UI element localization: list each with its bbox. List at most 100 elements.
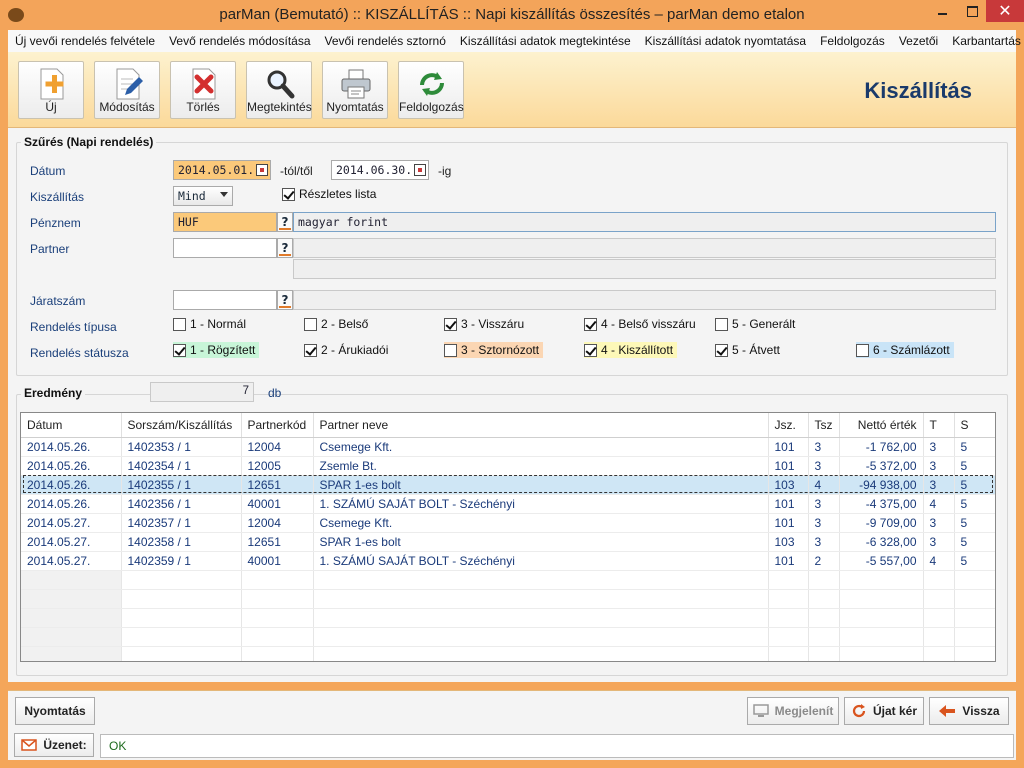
cell-date: 2014.05.26. (21, 475, 122, 495)
edit-button-label: Módosítás (99, 100, 155, 114)
order-type-label-text: 5 - Generált (732, 317, 796, 331)
column-header[interactable]: Tsz (808, 413, 840, 438)
detailed-list-checkbox[interactable]: Részletes lista (282, 186, 380, 202)
cell-t: 3 (923, 437, 955, 457)
order-status-label: Rendelés státusza (30, 346, 129, 360)
checkbox-icon (856, 343, 869, 357)
order-type-label-text: 1 - Normál (190, 317, 247, 331)
print-button[interactable]: Nyomtatás (15, 697, 95, 725)
order-status-label-text: 5 - Átvett (732, 343, 781, 357)
cell-number: 1402355 / 1 (121, 475, 242, 495)
cell-date: 2014.05.27. (21, 551, 122, 571)
table-row-selected[interactable]: 2014.05.26. 1402355 / 1 12651 SPAR 1-es bol… (21, 475, 995, 495)
menu-item-view-delivery[interactable]: Kiszállítási adatok megtekintése (453, 34, 638, 48)
table-row[interactable]: 2014.05.26. 1402356 / 1 40001 1. SZÁMÚ SAJÁ… (21, 494, 995, 514)
order-status-checkbox[interactable]: 5 - Átvett (715, 342, 784, 358)
table-row[interactable]: 2014.05.27. 1402357 / 1 12004 Csemege Kft. 1… (21, 513, 995, 533)
menu-item-print-delivery[interactable]: Kiszállítási adatok nyomtatása (638, 34, 813, 48)
date-from-input[interactable]: 2014.05.01. (173, 160, 271, 180)
view-button[interactable]: Megtekintés (246, 61, 312, 119)
route-code-input[interactable] (173, 290, 277, 310)
column-header[interactable]: Dátum (21, 413, 122, 438)
display-button[interactable]: Megjelenít (747, 697, 839, 725)
cell-net-value: -5 557,00 (839, 551, 924, 571)
date-from-value: 2014.05.01. (178, 163, 255, 177)
print-button-label: Nyomtatás (24, 704, 86, 718)
cell-partner-name: 1. SZÁMÚ SAJÁT BOLT - Széchényi (313, 551, 769, 571)
route-lookup-button[interactable]: ? (277, 290, 293, 310)
currency-lookup-button[interactable]: ? (277, 212, 293, 232)
maximize-button[interactable] (958, 0, 986, 22)
order-status-label-text: 4 - Kiszállított (601, 343, 674, 357)
status-bar: Üzenet: OK (8, 730, 1016, 760)
order-status-checkbox[interactable]: 1 - Rögzített (173, 342, 260, 358)
back-button[interactable]: Vissza (929, 697, 1009, 725)
delete-button[interactable]: Törlés (170, 61, 236, 119)
process-button[interactable]: Feldolgozás (398, 61, 464, 119)
cell-jsz: 103 (768, 532, 809, 552)
table-row[interactable]: 2014.05.27. 1402358 / 1 12651 SPAR 1-es bol… (21, 532, 995, 552)
result-table[interactable]: Dátum Sorszám/Kiszállítás Partnerkód Par… (20, 412, 996, 662)
cell-tsz: 2 (808, 551, 840, 571)
date-label: Dátum (30, 164, 66, 178)
order-status-checkbox[interactable]: 3 - Sztornózott (444, 342, 544, 358)
cell-partner-code: 12004 (241, 437, 314, 457)
column-header[interactable]: Nettó érték (839, 413, 924, 438)
back-button-label: Vissza (962, 704, 1000, 718)
column-header[interactable]: T (923, 413, 955, 438)
close-button[interactable]: ✕ (986, 0, 1024, 22)
partner-name-field (293, 238, 996, 258)
new-button[interactable]: Új (18, 61, 84, 119)
menu-item-maintenance[interactable]: Karbantartás (945, 34, 1024, 48)
checkbox-icon (282, 187, 295, 201)
order-type-checkbox[interactable]: 3 - Visszáru (444, 316, 528, 332)
currency-code-input[interactable]: HUF (173, 212, 277, 232)
order-type-checkbox[interactable]: 2 - Belső (304, 316, 372, 332)
table-row[interactable]: 2014.05.27. 1402359 / 1 40001 1. SZÁMÚ SAJÁ… (21, 551, 995, 571)
currency-label: Pénznem (30, 216, 81, 230)
print-toolbar-button-label: Nyomtatás (326, 100, 384, 114)
date-to-input[interactable]: 2014.06.30. (331, 160, 429, 180)
menu-item-edit-order[interactable]: Vevő rendelés módosítása (162, 34, 317, 48)
edit-button[interactable]: Módosítás (94, 61, 160, 119)
column-header[interactable]: Sorszám/Kiszállítás (121, 413, 242, 438)
menu-item-processing[interactable]: Feldolgozás (813, 34, 892, 48)
order-type-checkbox[interactable]: 1 - Normál (173, 316, 250, 332)
order-type-checkbox[interactable]: 4 - Belső visszáru (584, 316, 700, 332)
detailed-list-label: Részletes lista (299, 187, 377, 201)
table-row[interactable]: 2014.05.26. 1402353 / 1 12004 Csemege Kft. 1… (21, 437, 995, 457)
menu-item-cancel-order[interactable]: Vevői rendelés sztornó (318, 34, 453, 48)
delivery-select[interactable]: Mind (173, 186, 233, 206)
partner-code-input[interactable] (173, 238, 277, 258)
column-header[interactable]: Jsz. (768, 413, 809, 438)
cell-jsz: 101 (768, 437, 809, 457)
column-header[interactable]: Partnerkód (241, 413, 314, 438)
refresh-button[interactable]: Újat kér (844, 697, 924, 725)
calendar-icon[interactable] (256, 164, 268, 176)
order-type-label: Rendelés típusa (30, 320, 117, 334)
menu-item-management[interactable]: Vezetői (892, 34, 945, 48)
column-header[interactable]: S (954, 413, 995, 438)
order-status-checkbox[interactable]: 2 - Árukiadói (304, 342, 392, 358)
delete-document-icon (192, 68, 216, 100)
order-status-checkbox[interactable]: 4 - Kiszállított (584, 342, 678, 358)
menu-item-new-order[interactable]: Új vevői rendelés felvétele (8, 34, 162, 48)
print-toolbar-button[interactable]: Nyomtatás (322, 61, 388, 119)
cell-jsz: 101 (768, 456, 809, 476)
column-header[interactable]: Partner neve (313, 413, 769, 438)
cell-partner-name: 1. SZÁMÚ SAJÁT BOLT - Széchényi (313, 494, 769, 514)
table-row[interactable]: 2014.05.26. 1402354 / 1 12005 Zsemle Bt. 101… (21, 456, 995, 476)
order-status-label-text: 6 - Számlázott (873, 343, 950, 357)
delivery-select-value: Mind (178, 189, 206, 203)
cell-date: 2014.05.27. (21, 513, 122, 533)
partner-lookup-button[interactable]: ? (277, 238, 293, 258)
message-button[interactable]: Üzenet: (14, 733, 94, 757)
order-status-checkbox[interactable]: 6 - Számlázott (856, 342, 954, 358)
route-name-field (293, 290, 996, 310)
minimize-button[interactable] (928, 0, 956, 22)
delete-button-label: Törlés (186, 100, 220, 114)
order-type-label-text: 2 - Belső (321, 317, 369, 331)
calendar-icon[interactable] (414, 164, 426, 176)
cell-date: 2014.05.27. (21, 532, 122, 552)
order-type-checkbox[interactable]: 5 - Generált (715, 316, 799, 332)
